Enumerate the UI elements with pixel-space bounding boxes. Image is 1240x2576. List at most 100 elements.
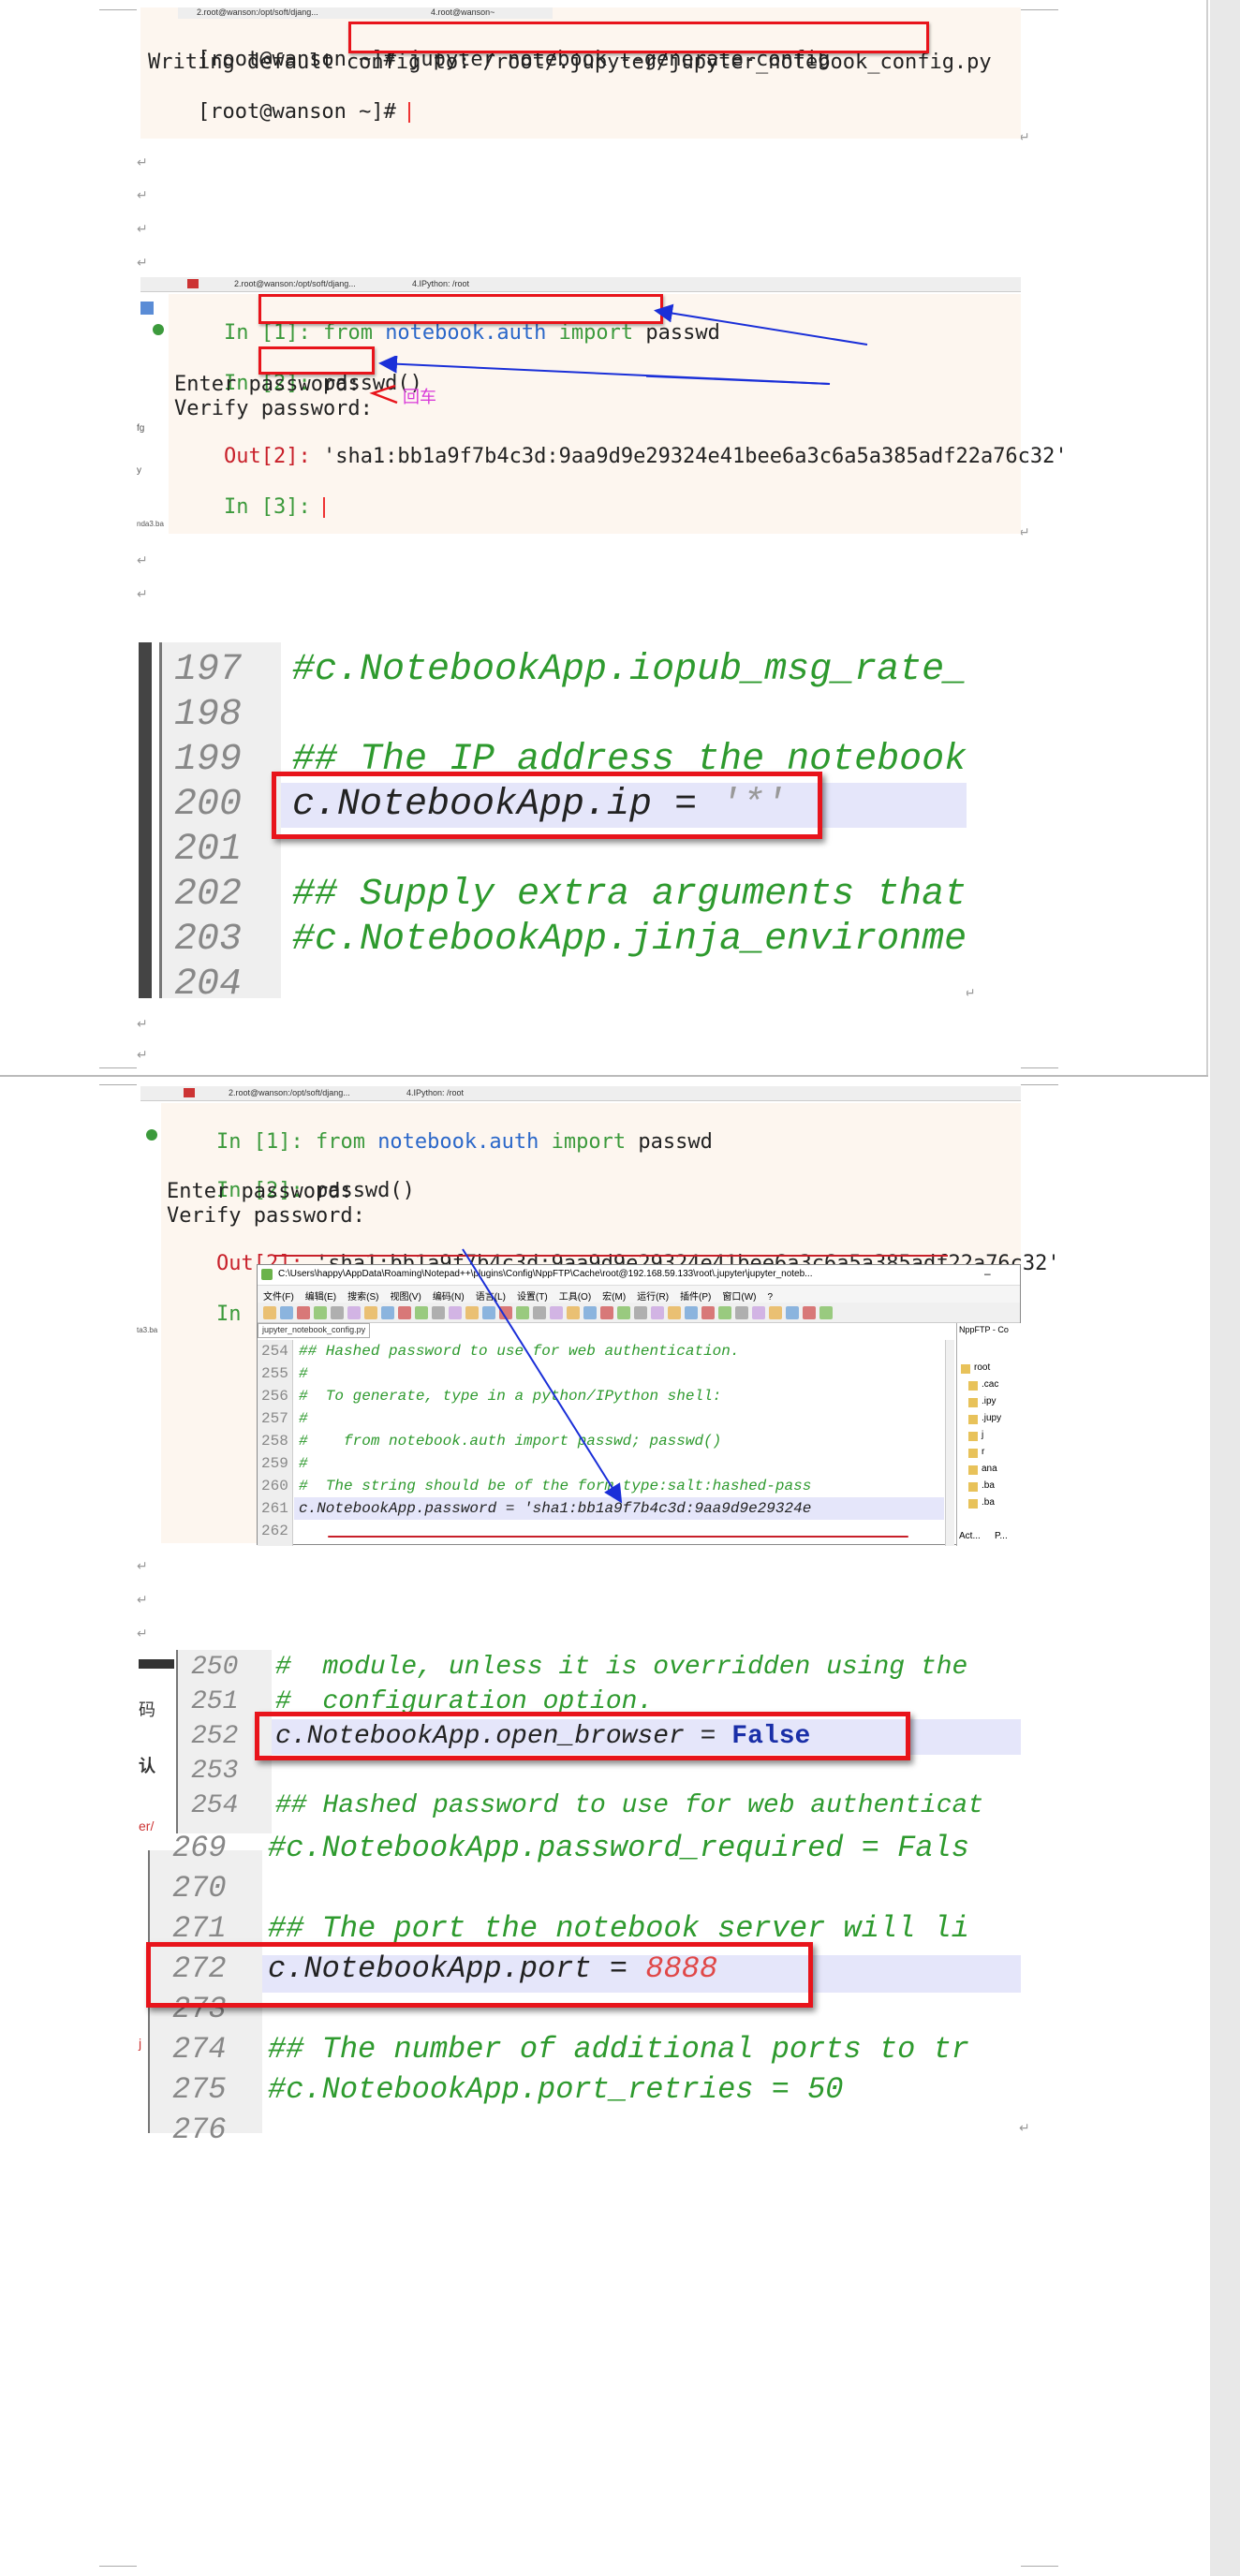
toolbar-button-icon[interactable] [685,1306,698,1319]
menu-run[interactable]: 运行(R) [637,1288,669,1303]
crop-mark [1021,1067,1058,1068]
folder-icon [968,1432,978,1441]
import-name: passwd [638,1130,713,1154]
module-name: notebook.auth [385,321,547,345]
paragraph-mark: ↵ [137,552,148,567]
menu-window[interactable]: 窗口(W) [722,1288,756,1303]
comment-line: ## Supply extra arguments that [292,874,967,916]
ftp-tree-item[interactable]: j [982,1430,983,1440]
ftp-tree-item[interactable]: .cac [982,1379,998,1390]
folder-icon [968,1499,978,1509]
minimize-button[interactable]: – [984,1267,991,1280]
code-editor-1: 197 #c.NotebookApp.iopub_msg_rate_l 198 199… [152,642,967,1006]
code-editor-3: 269 #c.NotebookApp.password_required = Fa… [146,1831,1021,2147]
ftp-tree-item[interactable]: r [982,1447,984,1457]
menu-help[interactable]: ? [768,1292,774,1303]
file-tab[interactable]: jupyter_notebook_config.py [258,1323,371,1338]
vertical-scrollbar[interactable] [945,1340,954,1546]
underline-password [328,1536,908,1538]
home-icon[interactable] [187,279,199,288]
toolbar-button-icon[interactable] [769,1306,782,1319]
text-cursor [322,497,325,518]
ftp-tree-item[interactable]: .ba [982,1480,995,1491]
ipython-tab-bar-1: 2.root@wanson:/opt/soft/djang... 4.IPyth… [140,277,1021,292]
paragraph-mark: ↵ [137,1047,148,1062]
toolbar-button-icon[interactable] [786,1306,799,1319]
crop-mark [99,9,137,10]
toolbar-button-icon[interactable] [819,1306,833,1319]
folder-icon [968,1415,978,1424]
toolbar-button-icon[interactable] [651,1306,664,1319]
dark-band [139,1659,176,1669]
toolbar-button-icon[interactable] [280,1306,293,1319]
hash-value: 'sha1:bb1a9f7b4c3d:9aa9d9e29324e41bee6a3… [322,445,1068,468]
toolbar-button-icon[interactable] [634,1306,647,1319]
paragraph-mark: ↵ [137,1558,148,1573]
toolbar-button-icon[interactable] [347,1306,361,1319]
comment-line: ## Hashed password to use for web authen… [275,1791,984,1820]
toolbar-button-icon[interactable] [718,1306,731,1319]
terminal-tab-strip: 2.root@wanson:/opt/soft/djang... 4.root@… [178,7,553,19]
ftp-tree-item[interactable]: root [974,1362,990,1373]
input-prompt: In [1]: [223,321,311,345]
line-number: 256 [261,1388,288,1405]
terminal-tab[interactable]: 4.IPython: /root [412,279,469,288]
ftp-panel-title: NppFTP - Co [959,1325,1009,1334]
line-number: 253 [191,1757,239,1786]
line-number: 201 [174,829,243,871]
toolbar-button-icon[interactable] [381,1306,394,1319]
terminal-tab[interactable]: 4.root@wanson~ [431,7,495,17]
terminal-tab[interactable]: 4.IPython: /root [406,1088,464,1097]
menu-view[interactable]: 视图(V) [390,1288,421,1303]
ftp-tree-item[interactable]: .ipy [982,1396,996,1406]
menu-search[interactable]: 搜索(S) [347,1288,378,1303]
line-number: 252 [191,1722,239,1751]
highlight-box-passwd [258,346,375,375]
check-icon [146,1129,157,1141]
paragraph-mark: ↵ [137,155,148,169]
toolbar-button-icon[interactable] [331,1306,344,1319]
folder-icon [968,1381,978,1391]
side-fragment: er/ [139,1818,155,1833]
toolbar-button-icon[interactable] [364,1306,377,1319]
keyword-from: from [315,1130,365,1154]
keyword-import: import [551,1130,627,1154]
toolbar-button-icon[interactable] [314,1306,327,1319]
terminal-tab[interactable]: 2.root@wanson:/opt/soft/djang... [234,279,356,288]
menu-plugins[interactable]: 插件(P) [680,1288,711,1303]
left-fragment-strip: 码 认 er/ [139,1659,176,1837]
ftp-tab[interactable]: Act... [959,1531,981,1541]
ftp-tab[interactable]: P... [995,1531,1008,1541]
module-name: notebook.auth [377,1130,539,1154]
toolbar-button-icon[interactable] [668,1306,681,1319]
toolbar-button-icon[interactable] [803,1306,816,1319]
toolbar-button-icon[interactable] [701,1306,715,1319]
ftp-tree-item[interactable]: ana [982,1464,997,1474]
terminal-tab[interactable]: 2.root@wanson:/opt/soft/djang... [229,1088,350,1097]
terminal-tab[interactable]: 2.root@wanson:/opt/soft/djang... [197,7,318,17]
toolbar-button-icon[interactable] [297,1306,310,1319]
ftp-tree-item[interactable]: .ba [982,1497,995,1508]
window-title: C:\Users\happy\AppData\Roaming\Notepad++… [258,1265,1020,1286]
toolbar-button-icon[interactable] [432,1306,445,1319]
toolbar-button-icon[interactable] [398,1306,411,1319]
line-number: 257 [261,1410,288,1427]
crop-mark [1021,1084,1058,1085]
page-break [0,1075,1208,1077]
toolbar-button-icon[interactable] [263,1306,276,1319]
toolbar-button-icon[interactable] [415,1306,428,1319]
line-number: 260 [261,1478,288,1494]
toolbar-button-icon[interactable] [752,1306,765,1319]
line-number: 254 [261,1343,288,1360]
keyword-import: import [558,321,634,345]
home-icon[interactable] [184,1088,195,1097]
toolbar-button-icon[interactable] [735,1306,748,1319]
ftp-tree-item[interactable]: .jupy [982,1413,1001,1423]
highlight-box-open-browser [255,1712,910,1760]
verify-password-line: Verify password: [174,397,373,420]
left-dark-strip [139,642,152,998]
menu-edit[interactable]: 编辑(E) [305,1288,336,1303]
menu-file[interactable]: 文件(F) [263,1288,294,1303]
highlight-box-command [348,22,929,53]
crop-mark [1021,9,1058,10]
